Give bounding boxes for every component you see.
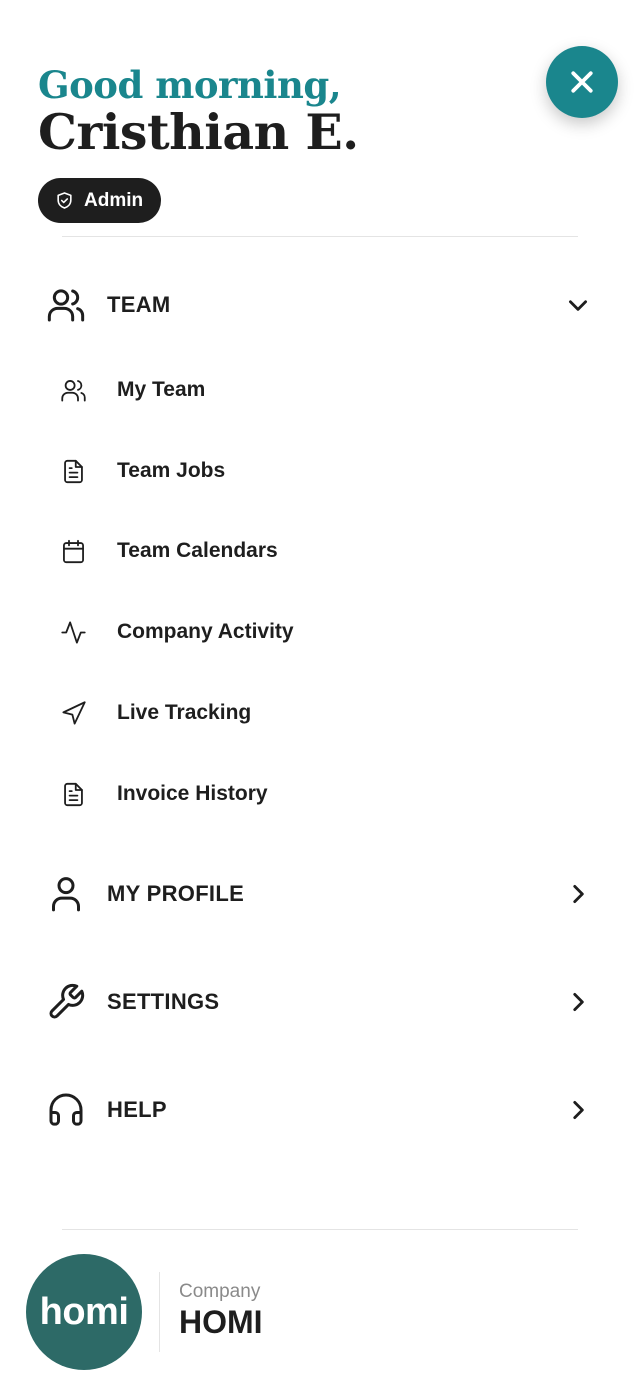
- close-icon: [567, 67, 597, 97]
- activity-icon: [58, 617, 88, 647]
- user-name: Cristhian E.: [38, 103, 359, 161]
- submenu-item-my-team[interactable]: My Team: [0, 362, 640, 418]
- footer-separator: [159, 1272, 160, 1352]
- submenu-item-invoice-history[interactable]: Invoice History: [0, 766, 640, 822]
- company-name: HOMI: [179, 1304, 263, 1340]
- submenu-item-label: Team Calendars: [117, 539, 278, 562]
- submenu-item-live-tracking[interactable]: Live Tracking: [0, 685, 640, 741]
- submenu-item-label: Team Jobs: [117, 459, 226, 482]
- company-logo-text: homi: [39, 1290, 129, 1333]
- submenu-item-label: My Team: [117, 378, 206, 401]
- menu-section-label: TEAM: [107, 292, 171, 317]
- headset-icon: [45, 1089, 87, 1131]
- users-icon: [45, 284, 87, 326]
- calendar-icon: [58, 536, 88, 566]
- chevron-down-icon: [562, 289, 594, 321]
- close-button[interactable]: [546, 46, 618, 118]
- users-icon: [58, 375, 88, 405]
- chevron-right-icon: [562, 1094, 594, 1126]
- header-divider: [62, 236, 578, 237]
- menu-section-help[interactable]: HELP: [0, 1080, 640, 1140]
- submenu-item-team-calendars[interactable]: Team Calendars: [0, 523, 640, 579]
- submenu-item-label: Live Tracking: [117, 701, 252, 724]
- role-badge: Admin: [38, 178, 162, 223]
- wrench-icon: [45, 981, 87, 1023]
- menu-section-my-profile[interactable]: MY PROFILE: [0, 864, 640, 924]
- menu-section-label: HELP: [107, 1097, 167, 1122]
- submenu-item-label: Company Activity: [117, 620, 294, 643]
- navigation-icon: [58, 698, 88, 728]
- submenu-item-label: Invoice History: [117, 782, 268, 805]
- menu-section-settings[interactable]: SETTINGS: [0, 972, 640, 1032]
- menu-section-team[interactable]: TEAM: [0, 275, 640, 335]
- company-logo: homi: [26, 1254, 142, 1370]
- role-badge-label: Admin: [84, 189, 144, 211]
- menu-section-label: SETTINGS: [107, 989, 220, 1014]
- user-icon: [45, 873, 87, 915]
- chevron-right-icon: [562, 878, 594, 910]
- company-caption: Company: [179, 1281, 261, 1302]
- document-icon: [58, 456, 88, 486]
- submenu-item-company-activity[interactable]: Company Activity: [0, 604, 640, 660]
- footer-divider: [62, 1229, 578, 1230]
- menu-section-label: MY PROFILE: [107, 881, 245, 906]
- shield-check-icon: [55, 191, 74, 210]
- submenu-item-team-jobs[interactable]: Team Jobs: [0, 443, 640, 499]
- document-icon: [58, 779, 88, 809]
- chevron-right-icon: [562, 986, 594, 1018]
